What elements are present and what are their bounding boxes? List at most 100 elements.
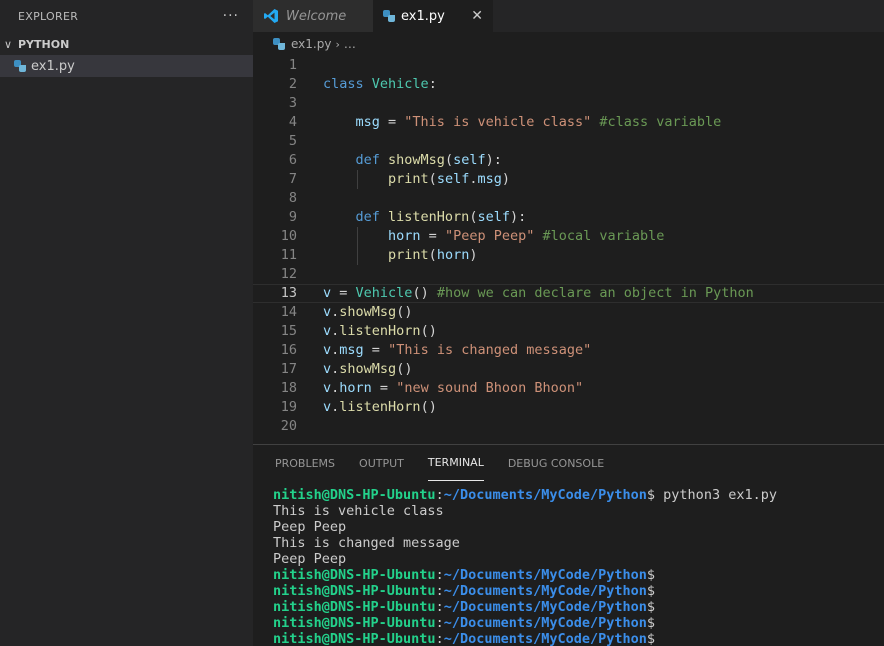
tab-debug-console[interactable]: DEBUG CONSOLE	[508, 445, 604, 481]
code-text: v.showMsg()	[323, 360, 412, 379]
line-number: 12	[280, 266, 297, 282]
prompt-path: ~/Documents/MyCode/Python	[443, 615, 647, 631]
code-token: def	[355, 209, 389, 225]
tab-label: ex1.py	[401, 8, 445, 24]
tab-welcome[interactable]: Welcome	[253, 0, 373, 32]
code-text: def showMsg(self):	[323, 151, 502, 170]
code-token: =	[371, 380, 397, 396]
code-line[interactable]: 8	[253, 189, 884, 208]
code-token: print	[388, 171, 429, 187]
terminal-line: Peep Peep	[273, 519, 777, 535]
code-token: self	[453, 152, 486, 168]
breadcrumb-symbols[interactable]: …	[344, 37, 356, 51]
breadcrumb-file[interactable]: ex1.py	[291, 37, 331, 51]
line-number: 11	[280, 247, 297, 263]
code-token: print	[388, 247, 429, 263]
panel-tabs: PROBLEMS OUTPUT TERMINAL DEBUG CONSOLE	[253, 445, 884, 481]
breadcrumb-separator: ›	[335, 37, 340, 51]
code-line[interactable]: 16 v.msg = "This is changed message"	[253, 341, 884, 360]
code-token: )	[501, 171, 510, 187]
code-line[interactable]: 5	[253, 132, 884, 151]
code-token: Vehicle	[355, 285, 413, 301]
code-token: ()	[412, 285, 437, 301]
code-token: v	[323, 361, 332, 377]
code-token: msg	[355, 114, 380, 130]
code-text: class Vehicle:	[323, 75, 437, 94]
code-token: msg	[339, 342, 364, 358]
code-token: v	[323, 323, 332, 339]
code-text: def listenHorn(self):	[323, 208, 527, 227]
tab-problems[interactable]: PROBLEMS	[275, 445, 335, 481]
prompt-colon: :	[435, 567, 444, 583]
code-token: Vehicle	[371, 76, 429, 92]
code-line[interactable]: 4 msg = "This is vehicle class" #class v…	[253, 113, 884, 132]
line-number: 5	[288, 133, 297, 149]
tab-output[interactable]: OUTPUT	[359, 445, 404, 481]
line-number: 6	[288, 152, 297, 168]
code-line[interactable]: 19 v.listenHorn()	[253, 398, 884, 417]
explorer-header: EXPLORER ···	[0, 0, 253, 32]
terminal[interactable]: nitish@DNS-HP-Ubuntu:~/Documents/MyCode/…	[273, 487, 777, 646]
code-token: ):	[509, 209, 527, 225]
code-line[interactable]: 3	[253, 94, 884, 113]
prompt-symbol: $	[646, 615, 656, 631]
terminal-output: Peep Peep	[273, 519, 347, 535]
code-token: listenHorn	[388, 209, 470, 225]
code-token: showMsg	[339, 304, 397, 320]
code-line[interactable]: 10 horn = "Peep Peep" #local variable	[253, 227, 884, 246]
terminal-output: This is vehicle class	[273, 503, 444, 519]
code-token: ()	[396, 361, 413, 377]
code-line[interactable]: 6 def showMsg(self):	[253, 151, 884, 170]
line-number: 1	[288, 57, 297, 73]
code-text: v.showMsg()	[323, 303, 412, 322]
terminal-line: nitish@DNS-HP-Ubuntu:~/Documents/MyCode/…	[273, 599, 777, 615]
code-line[interactable]: 20	[253, 417, 884, 436]
code-line[interactable]: 9 def listenHorn(self):	[253, 208, 884, 227]
prompt-path: ~/Documents/MyCode/Python	[443, 631, 647, 646]
prompt-symbol: $	[646, 567, 656, 583]
close-icon[interactable]: ✕	[471, 8, 483, 24]
code-token: showMsg	[339, 361, 397, 377]
code-text: print(self.msg)	[323, 170, 510, 189]
file-item-ex1[interactable]: ex1.py	[0, 55, 253, 77]
code-line[interactable]: 17 v.showMsg()	[253, 360, 884, 379]
code-line[interactable]: 7 print(self.msg)	[253, 170, 884, 189]
code-token: msg	[477, 171, 502, 187]
code-token: =	[363, 342, 389, 358]
line-number: 2	[288, 76, 297, 92]
code-editor[interactable]: 1 2 class Vehicle: 3 4 msg = "This is vehicl…	[253, 56, 884, 444]
terminal-line: nitish@DNS-HP-Ubuntu:~/Documents/MyCode/…	[273, 487, 777, 503]
code-token: (	[428, 171, 437, 187]
code-line[interactable]: 12	[253, 265, 884, 284]
prompt-user: nitish@DNS-HP-Ubuntu	[273, 631, 436, 646]
prompt-symbol: $	[646, 583, 656, 599]
more-actions-icon[interactable]: ···	[223, 8, 239, 24]
code-token: v	[323, 380, 332, 396]
line-number: 10	[280, 228, 297, 244]
code-line[interactable]: 18 v.horn = "new sound Bhoon Bhoon"	[253, 379, 884, 398]
prompt-colon: :	[435, 487, 444, 503]
code-token: "Peep Peep"	[444, 228, 535, 244]
code-line[interactable]: 15 v.listenHorn()	[253, 322, 884, 341]
prompt-colon: :	[435, 631, 444, 646]
code-token: #how we can declare an object in Python	[436, 285, 754, 301]
folder-python[interactable]: ∨ PYTHON	[0, 33, 253, 55]
code-token: "This is vehicle class"	[404, 114, 592, 130]
terminal-line: nitish@DNS-HP-Ubuntu:~/Documents/MyCode/…	[273, 583, 777, 599]
code-line[interactable]: 13 v = Vehicle() #how we can declare an o…	[253, 284, 884, 303]
code-line[interactable]: 14 v.showMsg()	[253, 303, 884, 322]
code-token: def	[355, 152, 389, 168]
terminal-command: python3 ex1.py	[655, 487, 777, 503]
line-number: 18	[280, 380, 297, 396]
code-line[interactable]: 2 class Vehicle:	[253, 75, 884, 94]
code-line[interactable]: 11 print(horn)	[253, 246, 884, 265]
code-line[interactable]: 1	[253, 56, 884, 75]
prompt-user: nitish@DNS-HP-Ubuntu	[273, 615, 436, 631]
line-number: 8	[288, 190, 297, 206]
tab-terminal[interactable]: TERMINAL	[427, 445, 484, 481]
code-text: msg = "This is vehicle class" #class var…	[323, 113, 722, 132]
tab-ex1[interactable]: ex1.py ✕	[373, 0, 493, 32]
